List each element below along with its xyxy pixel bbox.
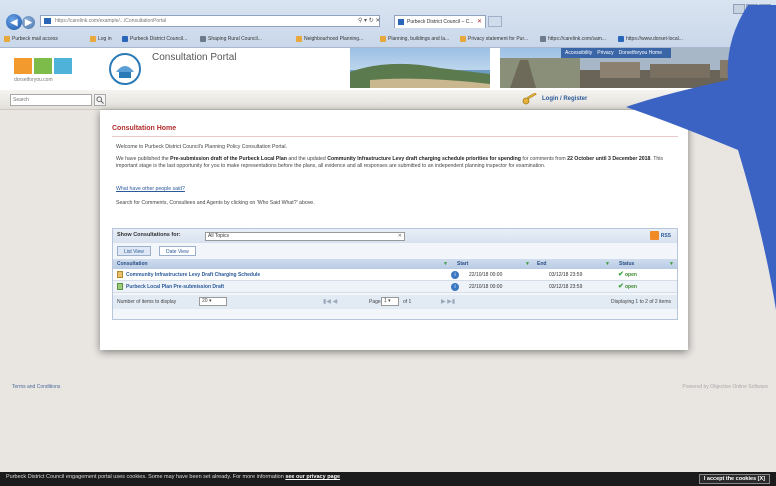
column-filter-icon[interactable]: ▼ <box>443 261 448 267</box>
intro-doc-cil: Community Infrastructure Levy draft char… <box>327 156 521 162</box>
table-header: Consultation ▼ Start ▼ End ▼ Status ▼ <box>113 259 677 269</box>
column-header-start[interactable]: Start <box>457 261 468 267</box>
forward-button[interactable]: ▶ <box>22 16 35 29</box>
info-icon[interactable]: i <box>451 283 459 291</box>
first-prev-page-icons[interactable]: ▮◀ ◀ <box>323 298 337 305</box>
accept-cookies-button[interactable]: I accept the cookies [X] <box>698 474 770 484</box>
items-to-display-label: Number of items to display <box>117 299 177 305</box>
consultation-title-link[interactable]: Community Infrastructure Levy Draft Char… <box>126 272 260 278</box>
consultations-table: Consultation ▼ Start ▼ End ▼ Status ▼ Co… <box>113 259 677 293</box>
login-register-link[interactable]: Login / Register <box>522 92 587 106</box>
tab-favicon-icon <box>398 19 404 25</box>
address-controls[interactable]: ⚲ ▾ ↻ ✕ <box>358 15 380 27</box>
browser-tab[interactable]: Purbeck District Council – C... ✕ <box>394 15 486 28</box>
privacy-page-link[interactable]: see our privacy page <box>285 474 340 480</box>
topic-select[interactable]: All Topics ✕ <box>205 232 405 241</box>
new-tab-button[interactable] <box>488 16 502 27</box>
pointer-arrow-shape <box>626 5 776 310</box>
powered-by-text: Powered by Objective Online Software <box>682 384 768 390</box>
tab-close-icon[interactable]: ✕ <box>477 16 482 28</box>
search-button[interactable] <box>94 94 106 106</box>
accessibility-link[interactable]: Accessibility <box>565 50 592 56</box>
bookmark-item[interactable]: Shaping Rural Council... <box>200 36 262 42</box>
council-logo[interactable]: dorsetforyou.com <box>14 58 84 86</box>
bookmark-item[interactable]: Neighbourhood Planning... <box>296 36 363 42</box>
info-icon[interactable]: i <box>451 271 459 279</box>
document-icon <box>117 283 123 290</box>
topic-clear-icon[interactable]: ✕ <box>398 233 402 240</box>
logo-text: dorsetforyou.com <box>14 77 53 83</box>
page-label: Page <box>369 299 381 305</box>
start-date: 22/10/18 00:00 <box>469 284 503 290</box>
page-title: Consultation Home <box>112 125 177 132</box>
search-input[interactable] <box>10 94 92 106</box>
bookmark-item[interactable]: Purbeck District Council... <box>122 36 187 42</box>
page-favicon-icon <box>44 18 51 24</box>
title-divider <box>112 136 678 137</box>
welcome-text: Welcome to Purbeck District Council's Pl… <box>116 144 288 150</box>
table-row[interactable]: Community Infrastructure Levy Draft Char… <box>113 269 677 281</box>
address-text: https://carelink.com/example/.../Consult… <box>55 18 167 24</box>
login-register-label: Login / Register <box>542 96 588 102</box>
pager-bar: Number of items to display 20 ▾ ▮◀ ◀ Pag… <box>113 295 677 309</box>
portal-title: Consultation Portal <box>152 52 237 63</box>
column-filter-icon[interactable]: ▼ <box>525 261 530 267</box>
consultations-widget: Show Consultations for: All Topics ✕ RSS… <box>112 228 678 320</box>
others-said-link[interactable]: What have other people said? <box>116 186 676 193</box>
document-icon <box>117 271 123 278</box>
next-last-page-icons[interactable]: ▶ ▶▮ <box>441 298 455 305</box>
address-bar[interactable]: https://carelink.com/example/.../Consult… <box>40 15 380 27</box>
end-date: 03/12/18 23:59 <box>549 272 583 278</box>
show-consultations-label: Show Consultations for: <box>117 232 181 238</box>
start-date: 22/10/18 00:00 <box>469 272 503 278</box>
cookie-banner: Purbeck District Council engagement port… <box>0 472 776 486</box>
tab-date-view[interactable]: Date View <box>159 246 196 256</box>
tab-title: Purbeck District Council – C... <box>407 19 474 25</box>
terms-link[interactable]: Terms and Conditions <box>12 384 60 390</box>
widget-header: Show Consultations for: All Topics ✕ RSS <box>113 229 677 243</box>
search-icon <box>96 96 104 104</box>
table-row[interactable]: Purbeck Local Plan Pre-submission Draft … <box>113 281 677 293</box>
back-button[interactable]: ◀ <box>6 14 22 30</box>
column-header-end[interactable]: End <box>537 261 546 267</box>
page-of-label: of 1 <box>403 299 412 305</box>
consultation-title-link[interactable]: Purbeck Local Plan Pre-submission Draft <box>126 284 224 290</box>
page-number-select[interactable]: 1 ▾ <box>381 297 399 306</box>
intro-paragraph: We have published the Pre-submission dra… <box>116 156 664 169</box>
council-crest-icon <box>109 53 141 85</box>
intro-doc-local-plan: Pre-submission draft of the Purbeck Loca… <box>170 156 287 162</box>
key-icon <box>522 93 537 105</box>
topic-select-value: All Topics <box>208 233 230 239</box>
tab-list-view[interactable]: List View <box>117 246 151 256</box>
search-hint-text: Search for Comments, Consultees and Agen… <box>116 200 315 206</box>
cookie-text: Purbeck District Council engagement port… <box>6 474 341 480</box>
bookmark-item[interactable]: https://carelink.com/sam... <box>540 36 606 42</box>
column-header-consultation[interactable]: Consultation <box>117 261 148 267</box>
items-per-page-select[interactable]: 20 ▾ <box>199 297 227 306</box>
bookmark-item[interactable]: Log in <box>90 36 112 42</box>
end-date: 03/12/18 23:59 <box>549 284 583 290</box>
bookmark-item[interactable]: Privacy statement for Pur... <box>460 36 528 42</box>
bookmark-item[interactable]: Planning, buildings and la... <box>380 36 449 42</box>
bookmark-item[interactable]: Purbeck mail access <box>4 36 58 42</box>
